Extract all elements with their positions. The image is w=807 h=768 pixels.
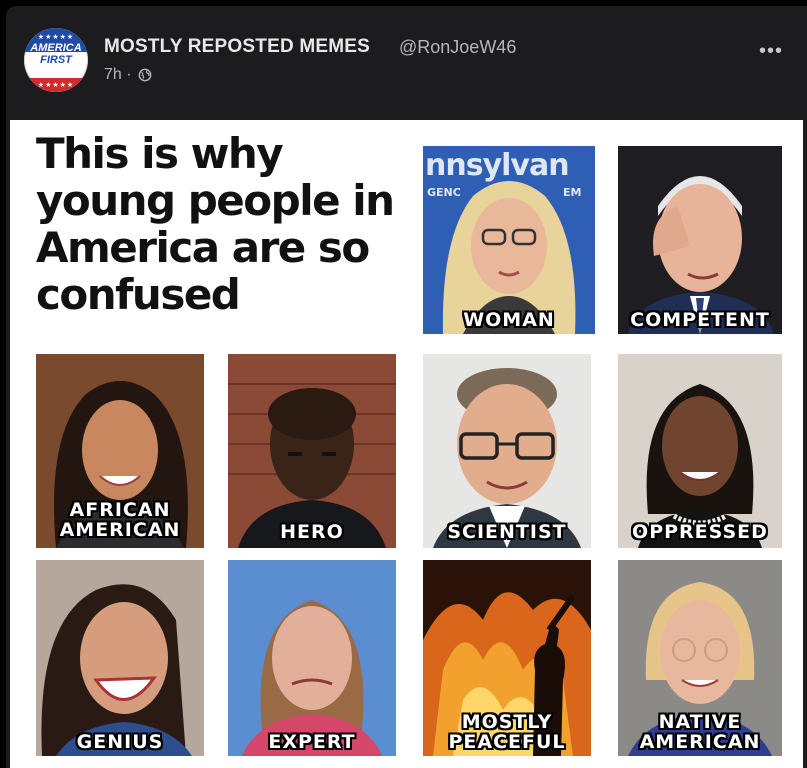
- meme-tile-expert: EXPERT: [228, 560, 396, 756]
- post-time[interactable]: 7h ·: [104, 66, 132, 84]
- avatar-stars-bottom: ★★★★★: [37, 82, 75, 89]
- tile-label: COMPETENT: [630, 309, 770, 331]
- portrait-expert: [242, 600, 382, 756]
- author-handle[interactable]: @RonJoeW46: [399, 37, 516, 58]
- meme-tile-mostly-peaceful: MOSTLY PEACEFUL: [423, 560, 591, 756]
- post-card: ★★★★★ AMERICA FIRST ★★★★★ MOSTLY REPOSTE…: [6, 6, 807, 768]
- meme-tile-genius: GENIUS: [36, 560, 204, 756]
- more-dots-icon[interactable]: •••: [759, 40, 783, 63]
- tile-label: NATIVE AMERICAN: [639, 711, 761, 753]
- meme-tile-competent: COMPETENT: [618, 146, 782, 334]
- avatar[interactable]: ★★★★★ AMERICA FIRST ★★★★★: [24, 28, 88, 92]
- portrait-competent: [628, 176, 774, 334]
- post-header: ★★★★★ AMERICA FIRST ★★★★★ MOSTLY REPOSTE…: [6, 6, 807, 118]
- tile-label: SCIENTIST: [447, 521, 567, 543]
- post-meta: 7h ·: [104, 66, 152, 84]
- tile-label: EXPERT: [268, 731, 356, 753]
- meme-headline: This is why young people in America are …: [36, 129, 395, 319]
- meme-tile-native-american: NATIVE AMERICAN: [618, 560, 782, 756]
- avatar-stars-top: ★★★★★: [37, 34, 75, 41]
- avatar-text-line2: FIRST: [40, 54, 72, 66]
- portrait-hero: [228, 383, 396, 548]
- meme-tile-scientist: SCIENTIST: [423, 354, 591, 548]
- tile-label: GENIUS: [76, 731, 164, 753]
- meme-tile-african-american: AFRICAN AMERICAN: [36, 354, 204, 548]
- meme-tile-oppressed: OPPRESSED: [618, 354, 782, 548]
- portrait-oppressed: [638, 384, 762, 548]
- portrait-scientist: [433, 368, 581, 548]
- meme-tile-woman: nnsylvan GENC EM WOMAN: [423, 146, 595, 334]
- globe-icon[interactable]: [138, 68, 152, 82]
- author-name[interactable]: MOSTLY REPOSTED MEMES: [104, 36, 370, 58]
- tile-label: HERO: [280, 521, 344, 543]
- avatar-text-line1: AMERICA: [30, 42, 82, 54]
- meme-tile-hero: HERO: [228, 354, 396, 548]
- tile-label: WOMAN: [463, 309, 555, 331]
- portrait-woman: [442, 181, 576, 334]
- meme-image: This is why young people in America are …: [10, 120, 803, 768]
- portrait-genius: [41, 584, 192, 756]
- tile-label: AFRICAN AMERICAN: [59, 499, 181, 541]
- tile-label: OPPRESSED: [632, 521, 768, 543]
- tile-label: MOSTLY PEACEFUL: [448, 711, 566, 753]
